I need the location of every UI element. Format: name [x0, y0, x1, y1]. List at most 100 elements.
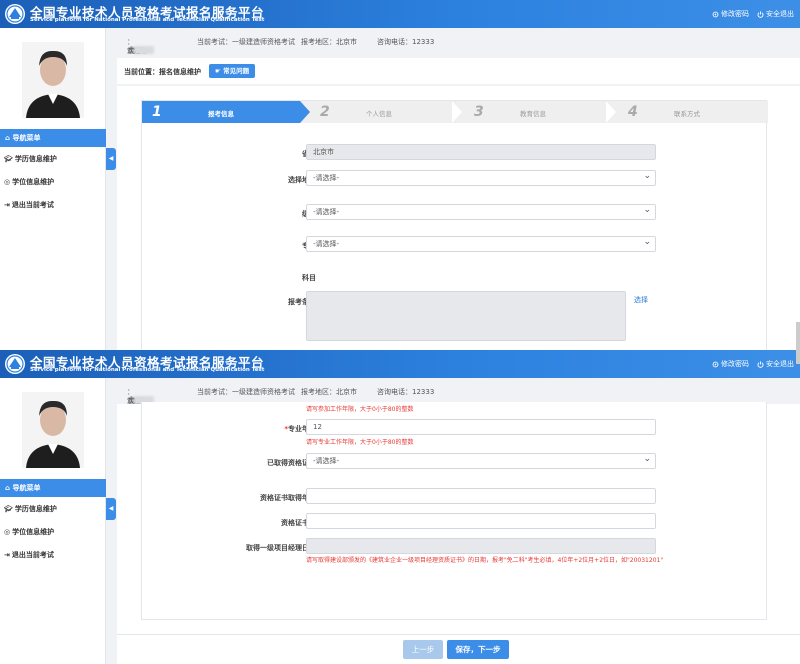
faq-button[interactable]: ☛ 常见问题	[209, 64, 256, 78]
logo-icon	[5, 4, 25, 24]
action-bar: 上一步 保存，下一步	[117, 634, 800, 664]
current-exam: 当前考试：一级建造师资格考试	[197, 388, 295, 396]
hotline: 咨询电话：12333	[377, 388, 435, 396]
cert-no-input[interactable]	[306, 513, 656, 529]
avatar	[22, 42, 84, 118]
chevron-left-icon: ◀	[108, 155, 114, 162]
power-icon	[757, 360, 764, 368]
step-label: 联系方式	[674, 110, 700, 118]
scrollbar[interactable]	[796, 350, 800, 364]
step-arrow	[452, 101, 462, 123]
hand-pointer-icon: ☛	[215, 67, 221, 75]
sidebar-item-degree[interactable]: ◎ 学位信息维护	[4, 175, 54, 189]
sidebar-item-exit-exam[interactable]: ⇥ 退出当前考试	[4, 198, 54, 212]
work-years-hint: 请写参加工作年限，大于0小于80的整数	[306, 406, 414, 413]
welcome-text: 🏛︎ 欢迎你：	[127, 37, 154, 55]
nav-menu-label: 导航菜单	[12, 484, 41, 492]
breadcrumb: 当前位置：报名信息维护 ☛ 常见问题	[117, 58, 800, 84]
city-select[interactable]: -请选择-	[306, 169, 656, 186]
cert-select[interactable]: -请选择-	[306, 452, 656, 469]
scrollbar[interactable]	[796, 322, 800, 350]
sidebar: ⌂ 导航菜单 🎓︎ 学历信息维护 ◎ 学位信息维护 ⇥ 退出当前考试	[0, 378, 106, 664]
faq-label: 常见问题	[223, 67, 250, 75]
step-arrow	[606, 101, 616, 123]
sidebar-item-label: 学历信息维护	[14, 505, 57, 513]
sidebar-item-label: 退出当前考试	[11, 551, 54, 559]
graduation-cap-icon: 🎓︎	[4, 505, 13, 513]
chevron-left-icon: ◀	[108, 505, 114, 512]
app-subtitle: Service platform for National Profession…	[30, 367, 265, 373]
screenshot-step1-scrolled: 全国专业技术人员资格考试报名服务平台 Service platform for …	[0, 350, 800, 664]
major-select[interactable]: -请选择-	[306, 235, 656, 252]
form-panel: 1 报考信息 2 个人信息 3 教育信息 4 联系方式 北京市 选择地市 -请选…	[141, 100, 768, 350]
exam-region: 报考地区：北京市	[301, 388, 357, 396]
sidebar: ⌂ 导航菜单 🎓︎ 学历信息维护 ◎ 学位信息维护 ⇥ 退出当前考试	[0, 28, 106, 350]
exit-icon: ⇥	[4, 201, 10, 209]
change-password-link[interactable]: 修改密码	[712, 359, 749, 369]
level-select[interactable]: -请选择-	[306, 203, 656, 220]
form-panel: 请写参加工作年限，大于0小于80的整数 *专业年限 12 请写专业工作年限，大于…	[141, 402, 767, 620]
sidebar-item-exit-exam[interactable]: ⇥ 退出当前考试	[4, 548, 54, 562]
sidebar-collapse-toggle[interactable]: ◀	[106, 498, 116, 520]
major-years-input[interactable]: 12	[306, 419, 656, 435]
step-indicator: 1 报考信息 2 个人信息 3 教育信息 4 联系方式	[142, 101, 768, 123]
step-3[interactable]: 3 教育信息	[464, 101, 614, 123]
condition-textarea	[306, 291, 626, 341]
exam-region: 报考地区：北京市	[301, 38, 357, 46]
select-condition-link[interactable]: 选择	[634, 295, 648, 305]
province-field: 北京市	[306, 144, 656, 160]
breadcrumb-label: 当前位置：报名信息维护	[124, 68, 201, 76]
pm-date-hint: 请写取得建设部颁发的《建筑业企业一级项目经理资质证书》的日期，报考"免二科"考生…	[306, 557, 664, 564]
logout-label: 安全退出	[766, 360, 794, 368]
pm-date-input	[306, 538, 656, 554]
major-years-hint: 请写专业工作年限，大于0小于80的整数	[306, 439, 414, 446]
save-next-button[interactable]: 保存，下一步	[447, 640, 509, 659]
medal-icon: ◎	[4, 528, 11, 536]
sidebar-item-degree[interactable]: ◎ 学位信息维护	[4, 525, 54, 539]
medal-icon: ◎	[4, 178, 11, 186]
app-subtitle: Service platform for National Profession…	[30, 17, 265, 23]
sidebar-item-label: 学位信息维护	[12, 178, 55, 186]
change-password-link[interactable]: 修改密码	[712, 9, 749, 19]
header: 全国专业技术人员资格考试报名服务平台 Service platform for …	[0, 0, 800, 28]
logo-icon	[5, 354, 25, 374]
user-name-blurred	[134, 46, 154, 54]
sidebar-item-label: 学位信息维护	[12, 528, 55, 536]
sidebar-item-label: 学历信息维护	[14, 155, 57, 163]
subject-label: 科目	[302, 274, 316, 282]
welcome-text: 🏛︎ 欢迎你：	[127, 387, 154, 405]
cert-year-input[interactable]	[306, 488, 656, 504]
main-content: 1 报考信息 2 个人信息 3 教育信息 4 联系方式 北京市 选择地市 -请选…	[117, 86, 800, 350]
exit-icon: ⇥	[4, 551, 10, 559]
sidebar-item-label: 退出当前考试	[11, 201, 54, 209]
prev-button[interactable]: 上一步	[403, 640, 443, 659]
logout-label: 安全退出	[766, 10, 794, 18]
step-1[interactable]: 1 报考信息	[142, 101, 300, 123]
step-number: 4	[628, 104, 638, 120]
sidebar-collapse-toggle[interactable]: ◀	[106, 148, 116, 170]
sidebar-item-education[interactable]: 🎓︎ 学历信息维护	[4, 152, 57, 166]
step-arrow	[300, 101, 310, 123]
step-label: 个人信息	[366, 110, 392, 118]
graduation-cap-icon: 🎓︎	[4, 155, 13, 163]
current-exam: 当前考试：一级建造师资格考试	[197, 38, 295, 46]
logout-link[interactable]: 安全退出	[757, 9, 794, 19]
avatar	[22, 392, 84, 468]
nav-menu-label: 导航菜单	[12, 134, 41, 142]
step-number: 1	[152, 104, 162, 120]
change-password-label: 修改密码	[721, 360, 749, 368]
step-label: 教育信息	[520, 110, 546, 118]
header: 全国专业技术人员资格考试报名服务平台 Service platform for …	[0, 350, 800, 378]
gear-icon	[712, 361, 719, 367]
step-4[interactable]: 4 联系方式	[618, 101, 768, 123]
step-2[interactable]: 2 个人信息	[310, 101, 460, 123]
step-number: 3	[474, 104, 484, 120]
nav-menu-header[interactable]: ⌂ 导航菜单	[0, 479, 106, 497]
screenshot-step1: 全国专业技术人员资格考试报名服务平台 Service platform for …	[0, 0, 800, 350]
hotline: 咨询电话：12333	[377, 38, 435, 46]
logout-link[interactable]: 安全退出	[757, 359, 794, 369]
nav-menu-header[interactable]: ⌂ 导航菜单	[0, 129, 106, 147]
sidebar-item-education[interactable]: 🎓︎ 学历信息维护	[4, 502, 57, 516]
power-icon	[757, 10, 764, 18]
gear-icon	[712, 11, 719, 17]
